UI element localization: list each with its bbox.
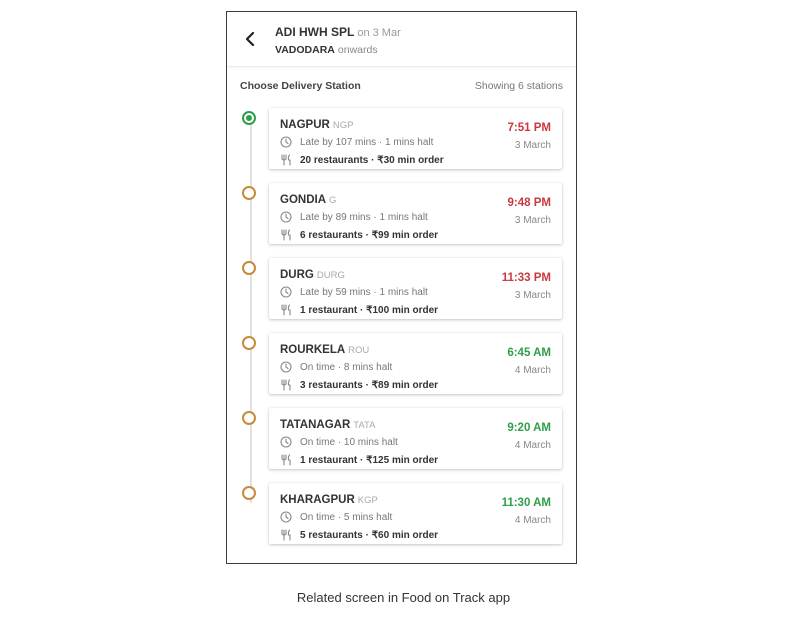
- arrival-date: 4 March: [514, 515, 551, 526]
- station-radio[interactable]: [242, 411, 256, 425]
- station-status: On time · 5 mins halt: [300, 511, 393, 523]
- station-name: DURG: [280, 269, 314, 281]
- arrival-date: 4 March: [514, 365, 551, 376]
- train-name: ADI HWH SPL: [275, 25, 355, 39]
- station-code: TATA: [353, 420, 376, 431]
- station-status: Late by 89 mins · 1 mins halt: [300, 211, 428, 223]
- section-title: Choose Delivery Station: [240, 80, 361, 92]
- clock-icon: [280, 211, 292, 223]
- station-name: NAGPUR: [280, 119, 330, 131]
- figure-caption: Related screen in Food on Track app: [296, 590, 511, 605]
- journey-date: on 3 Mar: [357, 27, 401, 39]
- fork-knife-icon: [280, 154, 292, 166]
- station-row: GONDIA G Late by 89 mins · 1 mins halt 6 re…: [227, 183, 576, 247]
- station-status-line: Late by 89 mins · 1 mins halt: [280, 211, 428, 223]
- station-status: Late by 107 mins · 1 mins halt: [300, 136, 434, 148]
- station-row: ROURKELA ROU On time · 8 mins halt 3 restau…: [227, 333, 576, 397]
- station-status: Late by 59 mins · 1 mins halt: [300, 286, 428, 298]
- station-radio-selected[interactable]: [242, 111, 256, 125]
- arrival-date: 4 March: [514, 440, 551, 451]
- station-name-line: GONDIA G: [280, 194, 336, 206]
- arrival-time: 7:51 PM: [507, 122, 551, 134]
- station-row: DURG DURG Late by 59 mins · 1 mins halt 1 r…: [227, 258, 576, 322]
- boarding-info: VADODARA onwards: [275, 44, 378, 56]
- station-code: ROU: [348, 345, 370, 356]
- station-food-line: 5 restaurants · ₹60 min order: [280, 529, 438, 541]
- arrival-time: 11:33 PM: [501, 272, 551, 284]
- station-status: On time · 8 mins halt: [300, 361, 393, 373]
- arrival-time: 9:48 PM: [507, 197, 551, 209]
- clock-icon: [280, 286, 292, 298]
- station-status-line: On time · 5 mins halt: [280, 511, 392, 523]
- station-food-line: 1 restaurant · ₹125 min order: [280, 454, 438, 466]
- app-screen: ADI HWH SPL on 3 Mar VADODARA onwards Choo…: [226, 11, 577, 564]
- station-radio[interactable]: [242, 261, 256, 275]
- station-name: ROURKELA: [280, 344, 346, 356]
- station-card[interactable]: KHARAGPUR KGP On time · 5 mins halt 5 resta…: [269, 483, 562, 544]
- station-food-line: 20 restaurants · ₹30 min order: [280, 154, 444, 166]
- station-name-line: DURG DURG: [280, 269, 345, 281]
- station-name: GONDIA: [280, 194, 326, 206]
- station-name: KHARAGPUR: [280, 494, 355, 506]
- station-row: KHARAGPUR KGP On time · 5 mins halt 5 resta…: [227, 483, 576, 547]
- station-code: KGP: [357, 495, 378, 506]
- app-header: ADI HWH SPL on 3 Mar VADODARA onwards: [227, 12, 576, 67]
- station-card[interactable]: GONDIA G Late by 89 mins · 1 mins halt 6 re…: [269, 183, 562, 244]
- restaurant-info: 6 restaurants · ₹99 min order: [300, 229, 439, 241]
- section-header: Choose Delivery Station Showing 6 statio…: [227, 80, 576, 96]
- station-name-line: NAGPUR NGP: [280, 119, 353, 131]
- restaurant-info: 1 restaurant · ₹100 min order: [300, 304, 439, 316]
- arrival-time: 9:20 AM: [507, 422, 551, 434]
- station-code: G: [329, 195, 337, 206]
- fork-knife-icon: [280, 229, 292, 241]
- onwards-label: onwards: [337, 44, 378, 56]
- station-status-line: Late by 107 mins · 1 mins halt: [280, 136, 433, 148]
- station-card[interactable]: DURG DURG Late by 59 mins · 1 mins halt 1 r…: [269, 258, 562, 319]
- clock-icon: [280, 361, 292, 373]
- station-code: NGP: [332, 120, 354, 131]
- station-food-line: 6 restaurants · ₹99 min order: [280, 229, 438, 241]
- station-radio[interactable]: [242, 186, 256, 200]
- fork-knife-icon: [280, 529, 292, 541]
- station-name: TATANAGAR: [280, 419, 351, 431]
- arrival-date: 3 March: [514, 290, 551, 301]
- clock-icon: [280, 511, 292, 523]
- station-count: Showing 6 stations: [474, 80, 563, 92]
- station-card[interactable]: ROURKELA ROU On time · 8 mins halt 3 restau…: [269, 333, 562, 394]
- restaurant-info: 1 restaurant · ₹125 min order: [300, 454, 439, 466]
- station-name-line: TATANAGAR TATA: [280, 419, 375, 431]
- station-status-line: On time · 8 mins halt: [280, 361, 392, 373]
- boarding-station: VADODARA: [275, 44, 335, 56]
- fork-knife-icon: [280, 379, 292, 391]
- arrival-time: 11:30 AM: [501, 497, 551, 509]
- clock-icon: [280, 436, 292, 448]
- station-row: TATANAGAR TATA On time · 10 mins halt 1 res…: [227, 408, 576, 472]
- station-radio[interactable]: [242, 336, 256, 350]
- station-card[interactable]: TATANAGAR TATA On time · 10 mins halt 1 res…: [269, 408, 562, 469]
- station-row: NAGPUR NGP Late by 107 mins · 1 mins halt 2…: [227, 108, 576, 172]
- station-status: On time · 10 mins halt: [300, 436, 398, 448]
- fork-knife-icon: [280, 304, 292, 316]
- restaurant-info: 3 restaurants · ₹89 min order: [300, 379, 439, 391]
- clock-icon: [280, 136, 292, 148]
- train-title: ADI HWH SPL on 3 Mar: [275, 25, 401, 39]
- back-button[interactable]: [243, 30, 257, 48]
- restaurant-info: 20 restaurants · ₹30 min order: [300, 154, 444, 166]
- chevron-left-icon: [245, 32, 255, 46]
- station-food-line: 1 restaurant · ₹100 min order: [280, 304, 438, 316]
- arrival-date: 3 March: [514, 215, 551, 226]
- station-name-line: KHARAGPUR KGP: [280, 494, 378, 506]
- station-status-line: On time · 10 mins halt: [280, 436, 398, 448]
- fork-knife-icon: [280, 454, 292, 466]
- station-food-line: 3 restaurants · ₹89 min order: [280, 379, 438, 391]
- station-status-line: Late by 59 mins · 1 mins halt: [280, 286, 428, 298]
- station-code: DURG: [316, 270, 345, 281]
- station-card[interactable]: NAGPUR NGP Late by 107 mins · 1 mins halt 2…: [269, 108, 562, 169]
- station-radio[interactable]: [242, 486, 256, 500]
- arrival-date: 3 March: [514, 140, 551, 151]
- arrival-time: 6:45 AM: [507, 347, 551, 359]
- restaurant-info: 5 restaurants · ₹60 min order: [300, 529, 439, 541]
- station-name-line: ROURKELA ROU: [280, 344, 369, 356]
